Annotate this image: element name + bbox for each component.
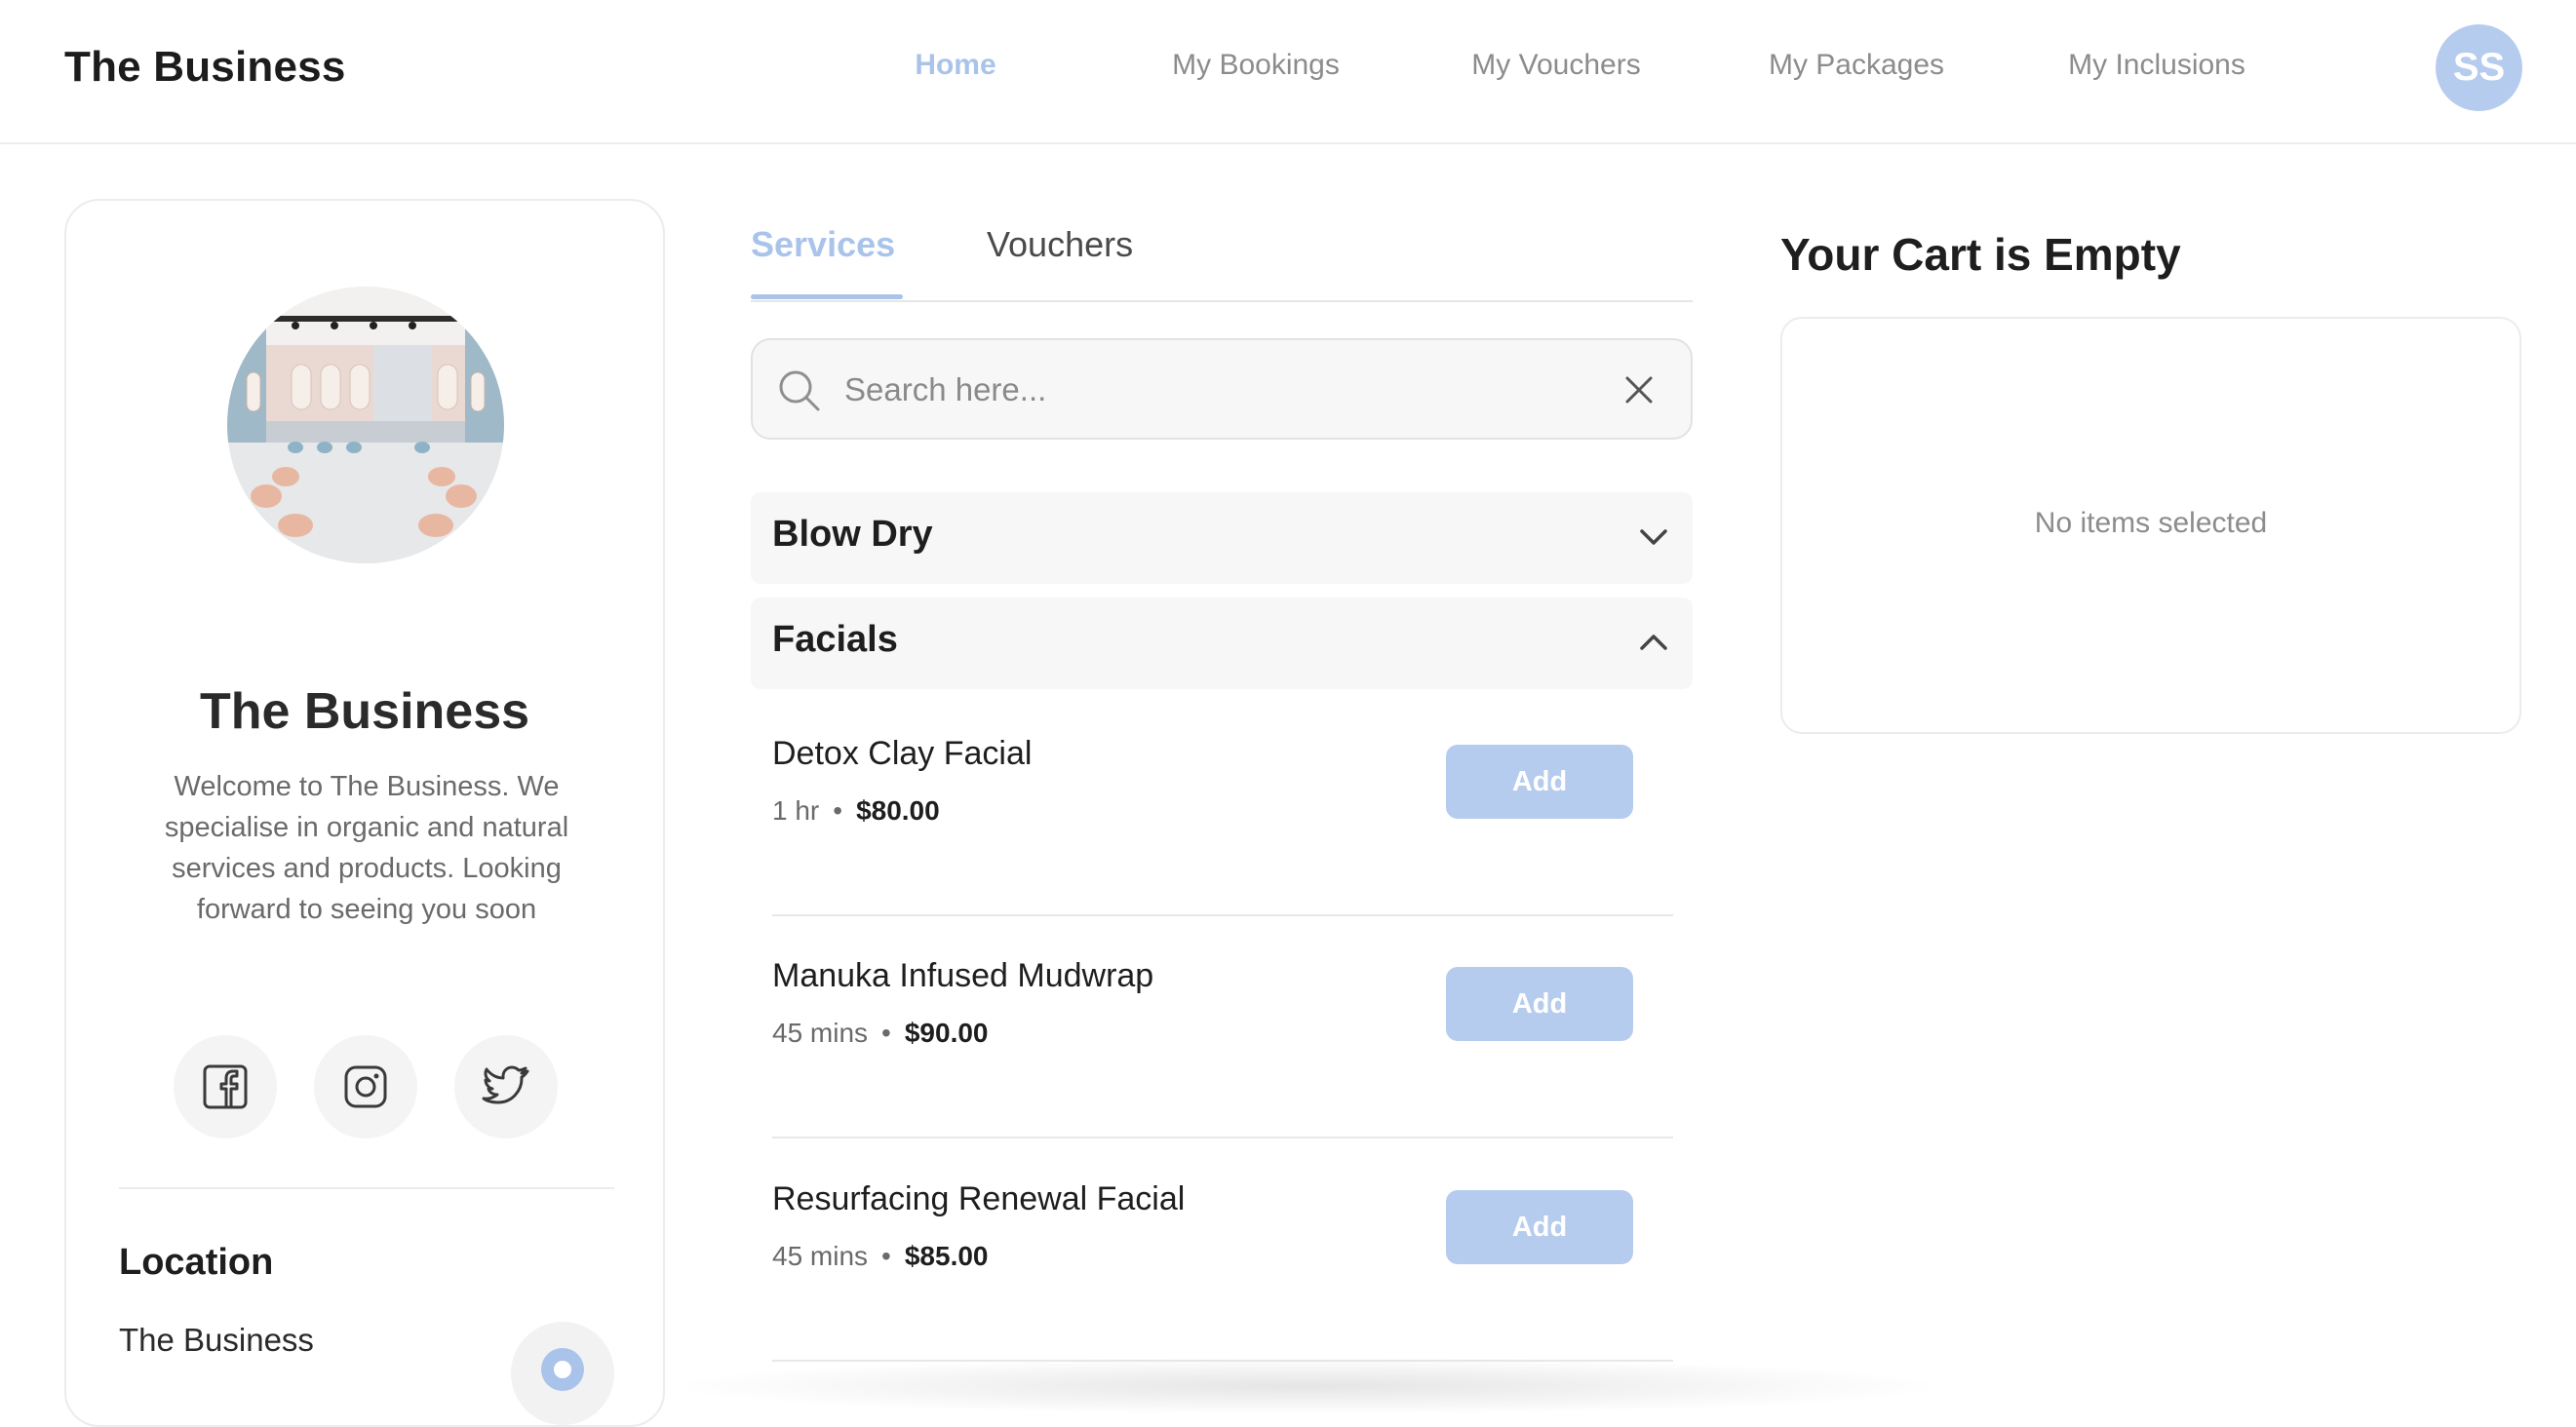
service-meta: 45 mins • $85.00 [772,1241,989,1272]
service-price: $90.00 [904,1018,989,1048]
category-title: Facials [772,619,898,660]
chevron-up-icon [1640,635,1667,650]
twitter-button[interactable] [454,1035,558,1138]
separator-dot: • [833,795,843,826]
service-meta: 1 hr • $80.00 [772,795,940,827]
brand-logo-text[interactable]: The Business [64,43,346,92]
service-item: Manuka Infused Mudwrap 45 mins • $90.00 Ad… [772,916,1673,1138]
map-pin-icon [541,1348,584,1391]
business-name: The Business [199,683,530,740]
search-input[interactable] [844,364,1585,416]
service-price: $80.00 [856,795,940,826]
business-profile-card: The Business Welcome to The Business. We… [64,199,665,1427]
cart-title: Your Cart is Empty [1780,229,2181,280]
user-avatar[interactable]: SS [2436,24,2522,111]
search-icon [779,370,820,411]
separator-dot: • [881,1018,891,1048]
service-meta: 45 mins • $90.00 [772,1018,989,1049]
service-name: Manuka Infused Mudwrap [772,957,1154,994]
service-divider [772,1137,1673,1138]
cart-empty-message: No items selected [2034,507,2268,539]
nav-my-bookings[interactable]: My Bookings [1172,49,1340,82]
active-tab-indicator [751,294,903,299]
service-item: Detox Clay Facial 1 hr • $80.00 Add [772,694,1673,916]
search-bar [751,338,1693,440]
nav-home[interactable]: Home [915,49,995,82]
close-icon[interactable] [1622,373,1656,406]
service-duration: 45 mins [772,1018,869,1048]
business-description: Welcome to The Business. We specialise i… [164,771,569,925]
top-header: The Business Home My Bookings My Voucher… [0,0,2576,144]
map-pin-button[interactable] [511,1322,614,1425]
service-duration: 45 mins [772,1241,869,1271]
business-photo [227,287,504,563]
add-button[interactable]: Add [1446,967,1633,1041]
tab-services[interactable]: Services [751,224,895,265]
category-title: Blow Dry [772,514,933,555]
twitter-icon [482,1065,529,1104]
service-name: Resurfacing Renewal Facial [772,1180,1186,1217]
cart-panel: No items selected [1780,317,2521,734]
chevron-down-icon [1640,529,1667,545]
add-button[interactable]: Add [1446,1190,1633,1264]
instagram-icon [344,1065,387,1108]
profile-divider [119,1187,614,1189]
separator-dot: • [881,1241,891,1271]
bottom-sheet-shadow [663,1357,1950,1415]
nav-my-inclusions[interactable]: My Inclusions [2068,49,2245,82]
location-heading: Location [119,1242,274,1283]
instagram-button[interactable] [314,1035,417,1138]
facebook-icon [203,1064,248,1109]
service-item: Resurfacing Renewal Facial 45 mins • $85.0… [772,1139,1673,1362]
service-name: Detox Clay Facial [772,735,1033,772]
tab-vouchers[interactable]: Vouchers [987,224,1133,265]
location-name: The Business [119,1322,314,1358]
facebook-button[interactable] [174,1035,277,1138]
nav-my-vouchers[interactable]: My Vouchers [1471,49,1640,82]
service-price: $85.00 [904,1241,989,1271]
tabs-divider [751,300,1693,302]
category-blow-dry[interactable]: Blow Dry [751,492,1693,584]
service-duration: 1 hr [772,795,820,826]
add-button[interactable]: Add [1446,745,1633,819]
nav-my-packages[interactable]: My Packages [1769,49,1944,82]
category-facials[interactable]: Facials [751,598,1693,689]
